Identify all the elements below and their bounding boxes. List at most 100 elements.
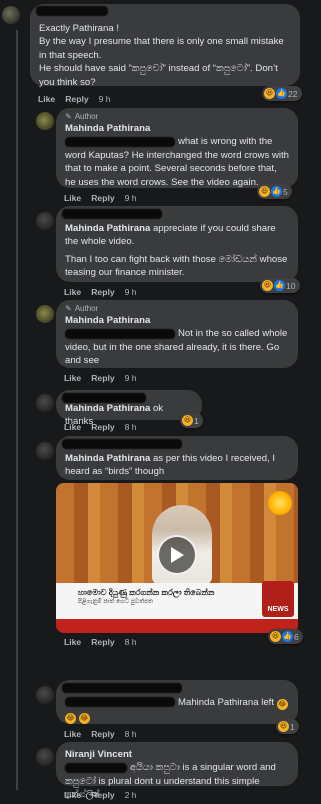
timestamp[interactable]: 9 h xyxy=(125,193,137,203)
like-link[interactable]: Like xyxy=(64,193,81,203)
comment-bubble: ✎ Author Mahinda Pathirana what is wrong … xyxy=(56,108,298,188)
haha-reaction-icon: 😆 xyxy=(278,721,289,732)
timestamp[interactable]: 2 h xyxy=(125,790,137,800)
laughing-emoji-icon: 😂 xyxy=(65,713,76,725)
avatar[interactable] xyxy=(36,686,54,704)
author-badge: ✎ Author xyxy=(65,304,289,314)
laughing-emoji-icon: 😂 xyxy=(78,713,90,725)
timestamp[interactable]: 9 h xyxy=(99,94,111,104)
thread-line xyxy=(16,30,18,790)
reply-link[interactable]: Reply xyxy=(91,637,114,647)
comment-bubble: Mahinda Pathirana appreciate if you coul… xyxy=(56,206,298,282)
comment-actions: Like Reply 9 h xyxy=(38,94,111,104)
timestamp[interactable]: 9 h xyxy=(125,373,137,383)
comment-actions: Like Reply 8 h xyxy=(64,637,137,647)
reaction-summary[interactable]: 😆 1 xyxy=(276,719,299,734)
avatar[interactable] xyxy=(36,212,54,230)
redacted-name xyxy=(62,393,146,403)
banner-red-strip xyxy=(56,619,298,633)
like-reaction-icon: 👍 xyxy=(274,280,285,291)
video-thumbnail[interactable]: හාමොව දියුණු කරගන්න කරලා තිබෙන්න පිළිගැන… xyxy=(56,483,298,633)
comment-bubble: Mahinda Pathirana as per this video I re… xyxy=(56,436,298,480)
comment-text-line: Than I too can fight back with those මෝඩ… xyxy=(65,253,288,279)
comment-actions: Like Reply 9 h xyxy=(64,373,137,383)
timestamp[interactable]: 9 h xyxy=(125,287,137,297)
author-badge-label: Author xyxy=(74,112,99,121)
comment-actions: Like Reply 8 h xyxy=(64,422,137,432)
news-channel-logo: NEWS xyxy=(262,581,294,617)
reply-link[interactable]: Reply xyxy=(91,193,114,203)
timestamp[interactable]: 8 h xyxy=(125,422,137,432)
avatar[interactable] xyxy=(36,305,54,323)
reaction-summary[interactable]: 😆 👍 6 xyxy=(268,629,303,644)
redacted-name xyxy=(36,6,108,16)
like-link[interactable]: Like xyxy=(64,287,81,297)
timestamp[interactable]: 8 h xyxy=(125,729,137,739)
like-link[interactable]: Like xyxy=(64,373,81,383)
like-reaction-icon: 👍 xyxy=(271,186,282,197)
like-link[interactable]: Like xyxy=(64,729,81,739)
avatar[interactable] xyxy=(36,442,54,460)
mentioned-name[interactable]: Mahinda Pathirana xyxy=(65,453,150,464)
haha-reaction-icon: 😆 xyxy=(270,631,281,642)
pencil-icon: ✎ xyxy=(65,112,72,121)
avatar[interactable] xyxy=(36,394,54,412)
reaction-count: 1 xyxy=(194,415,199,426)
reply-link[interactable]: Reply xyxy=(91,287,114,297)
comment-actions: Like Reply 8 h xyxy=(64,729,137,739)
play-button[interactable] xyxy=(157,535,197,575)
reaction-count: 5 xyxy=(283,186,288,197)
banner-line-2: පිළිගැනුම් ජාත් හෙට පුවත්පත xyxy=(78,599,154,605)
redacted-mention xyxy=(65,329,175,340)
redacted-name xyxy=(62,439,182,449)
reaction-count: 22 xyxy=(288,88,298,99)
reaction-summary[interactable]: 😆 👍 5 xyxy=(257,184,292,199)
reaction-count: 1 xyxy=(290,721,295,732)
mentioned-name[interactable]: Mahinda Pathirana xyxy=(65,403,150,414)
haha-reaction-icon: 😆 xyxy=(264,88,275,99)
comment-bubble: Exactly Pathirana ! By the way I presume… xyxy=(30,4,300,88)
comment-bubble: Mahinda Pathirana ok thanks xyxy=(56,390,202,427)
comment-actions: Like Reply 2 h xyxy=(64,790,137,800)
comment-text-line: Exactly Pathirana ! xyxy=(39,23,119,34)
reply-link[interactable]: Reply xyxy=(91,373,114,383)
comment-bubble: Mahinda Pathirana left 😂 😂 😂 xyxy=(56,680,298,725)
comment-text-line: By the way I presume that there is only … xyxy=(39,36,284,61)
reaction-count: 10 xyxy=(286,280,296,291)
like-link[interactable]: Like xyxy=(64,637,81,647)
news-logo-text: NEWS xyxy=(267,606,289,613)
redacted-name xyxy=(62,209,162,219)
like-reaction-icon: 👍 xyxy=(282,631,293,642)
commenter-name[interactable]: Mahinda Pathirana xyxy=(65,122,289,135)
mentioned-name[interactable]: Mahinda Pathirana xyxy=(65,223,150,234)
reaction-summary[interactable]: 😆 1 xyxy=(180,413,203,428)
haha-reaction-icon: 😆 xyxy=(262,280,273,291)
commenter-name[interactable]: Mahinda Pathirana xyxy=(65,314,289,327)
like-link[interactable]: Like xyxy=(64,422,81,432)
comment-text-line: He should have said “කපුවෝ” instead of “… xyxy=(39,63,278,88)
like-link[interactable]: Like xyxy=(64,790,81,800)
reaction-summary[interactable]: 😆 👍 10 xyxy=(260,278,300,293)
reply-link[interactable]: Reply xyxy=(91,729,114,739)
commenter-name[interactable]: Niranji Vincent xyxy=(65,748,289,761)
reply-link[interactable]: Reply xyxy=(91,790,114,800)
timestamp[interactable]: 8 h xyxy=(125,637,137,647)
banner-line-1: හාමොව දියුණු කරගන්න කරලා තිබෙන්න xyxy=(78,588,215,597)
like-reaction-icon: 👍 xyxy=(276,88,287,99)
redacted-mention xyxy=(65,137,175,148)
avatar[interactable] xyxy=(36,748,54,766)
reaction-summary[interactable]: 😆 👍 22 xyxy=(262,86,302,101)
pencil-icon: ✎ xyxy=(65,304,72,313)
play-icon xyxy=(171,547,184,563)
haha-reaction-icon: 😆 xyxy=(182,415,193,426)
comment-actions: Like Reply 9 h xyxy=(64,287,137,297)
reply-link[interactable]: Reply xyxy=(65,94,88,104)
comment-text: Mahinda Pathirana left xyxy=(178,697,274,708)
reply-link[interactable]: Reply xyxy=(91,422,114,432)
redacted-mention xyxy=(65,762,127,773)
like-link[interactable]: Like xyxy=(38,94,55,104)
avatar[interactable] xyxy=(2,6,20,24)
comment-bubble: Niranji Vincent අයියා කපුටා is a singula… xyxy=(56,742,298,800)
reaction-count: 6 xyxy=(294,631,299,642)
avatar[interactable] xyxy=(36,112,54,130)
